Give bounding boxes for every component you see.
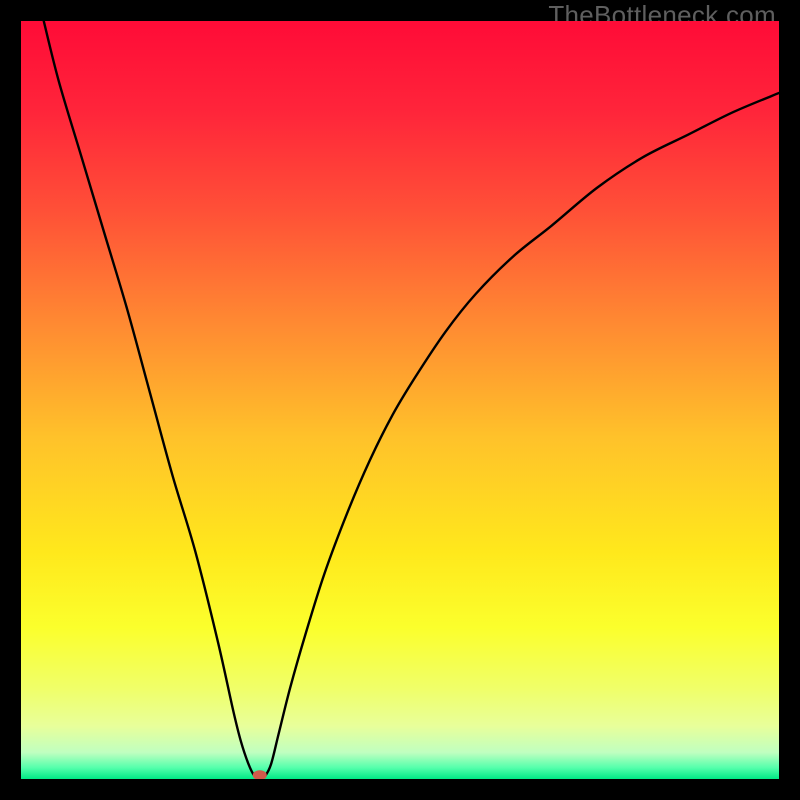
plot-svg xyxy=(21,21,779,779)
plot-area xyxy=(21,21,779,779)
chart-frame: TheBottleneck.com xyxy=(0,0,800,800)
